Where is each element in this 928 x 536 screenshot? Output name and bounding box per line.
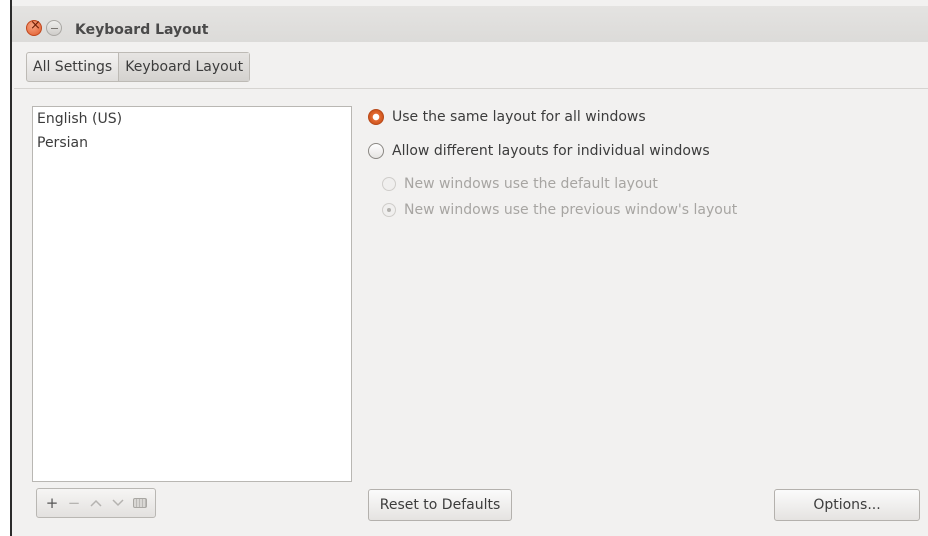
options-button[interactable]: Options...	[774, 489, 920, 521]
remove-layout-button[interactable]: −	[63, 492, 85, 514]
list-item[interactable]: Persian	[33, 131, 351, 155]
title-bar[interactable]: Keyboard Layout	[12, 6, 928, 42]
layout-list[interactable]: English (US) Persian	[32, 106, 352, 482]
show-keyboard-button[interactable]	[129, 492, 151, 514]
radio-checked-icon	[382, 203, 396, 217]
chevron-down-icon	[112, 499, 124, 507]
close-icon[interactable]	[26, 18, 42, 36]
layout-list-toolbar: + −	[36, 488, 156, 518]
radio-label: New windows use the previous window's la…	[404, 202, 738, 218]
window-title: Keyboard Layout	[75, 22, 209, 38]
window: Keyboard Layout All Settings Keyboard La…	[10, 0, 928, 536]
keyboard-icon	[133, 498, 147, 508]
chevron-up-icon	[90, 499, 102, 507]
radio-same-layout[interactable]: Use the same layout for all windows	[368, 109, 646, 125]
radio-default-layout[interactable]: New windows use the default layout	[382, 176, 658, 192]
reset-to-defaults-button[interactable]: Reset to Defaults	[368, 489, 512, 521]
move-up-button[interactable]	[85, 492, 107, 514]
minimize-icon[interactable]	[46, 20, 62, 36]
radio-label: Allow different layouts for individual w…	[392, 143, 710, 159]
add-layout-button[interactable]: +	[41, 492, 63, 514]
breadcrumb: All Settings Keyboard Layout	[26, 52, 251, 82]
divider	[14, 88, 928, 89]
radio-unchecked-icon	[382, 177, 396, 191]
radio-previous-layout[interactable]: New windows use the previous window's la…	[382, 202, 737, 218]
window-bottom-edge	[14, 528, 928, 536]
radio-label: New windows use the default layout	[404, 176, 658, 192]
radio-unchecked-icon	[368, 143, 384, 159]
radio-checked-icon	[368, 109, 384, 125]
list-item[interactable]: English (US)	[33, 107, 351, 131]
radio-label: Use the same layout for all windows	[392, 109, 646, 125]
move-down-button[interactable]	[107, 492, 129, 514]
radio-different-layouts[interactable]: Allow different layouts for individual w…	[368, 143, 710, 159]
breadcrumb-all-settings[interactable]: All Settings	[27, 53, 118, 81]
breadcrumb-keyboard-layout[interactable]: Keyboard Layout	[118, 53, 250, 81]
